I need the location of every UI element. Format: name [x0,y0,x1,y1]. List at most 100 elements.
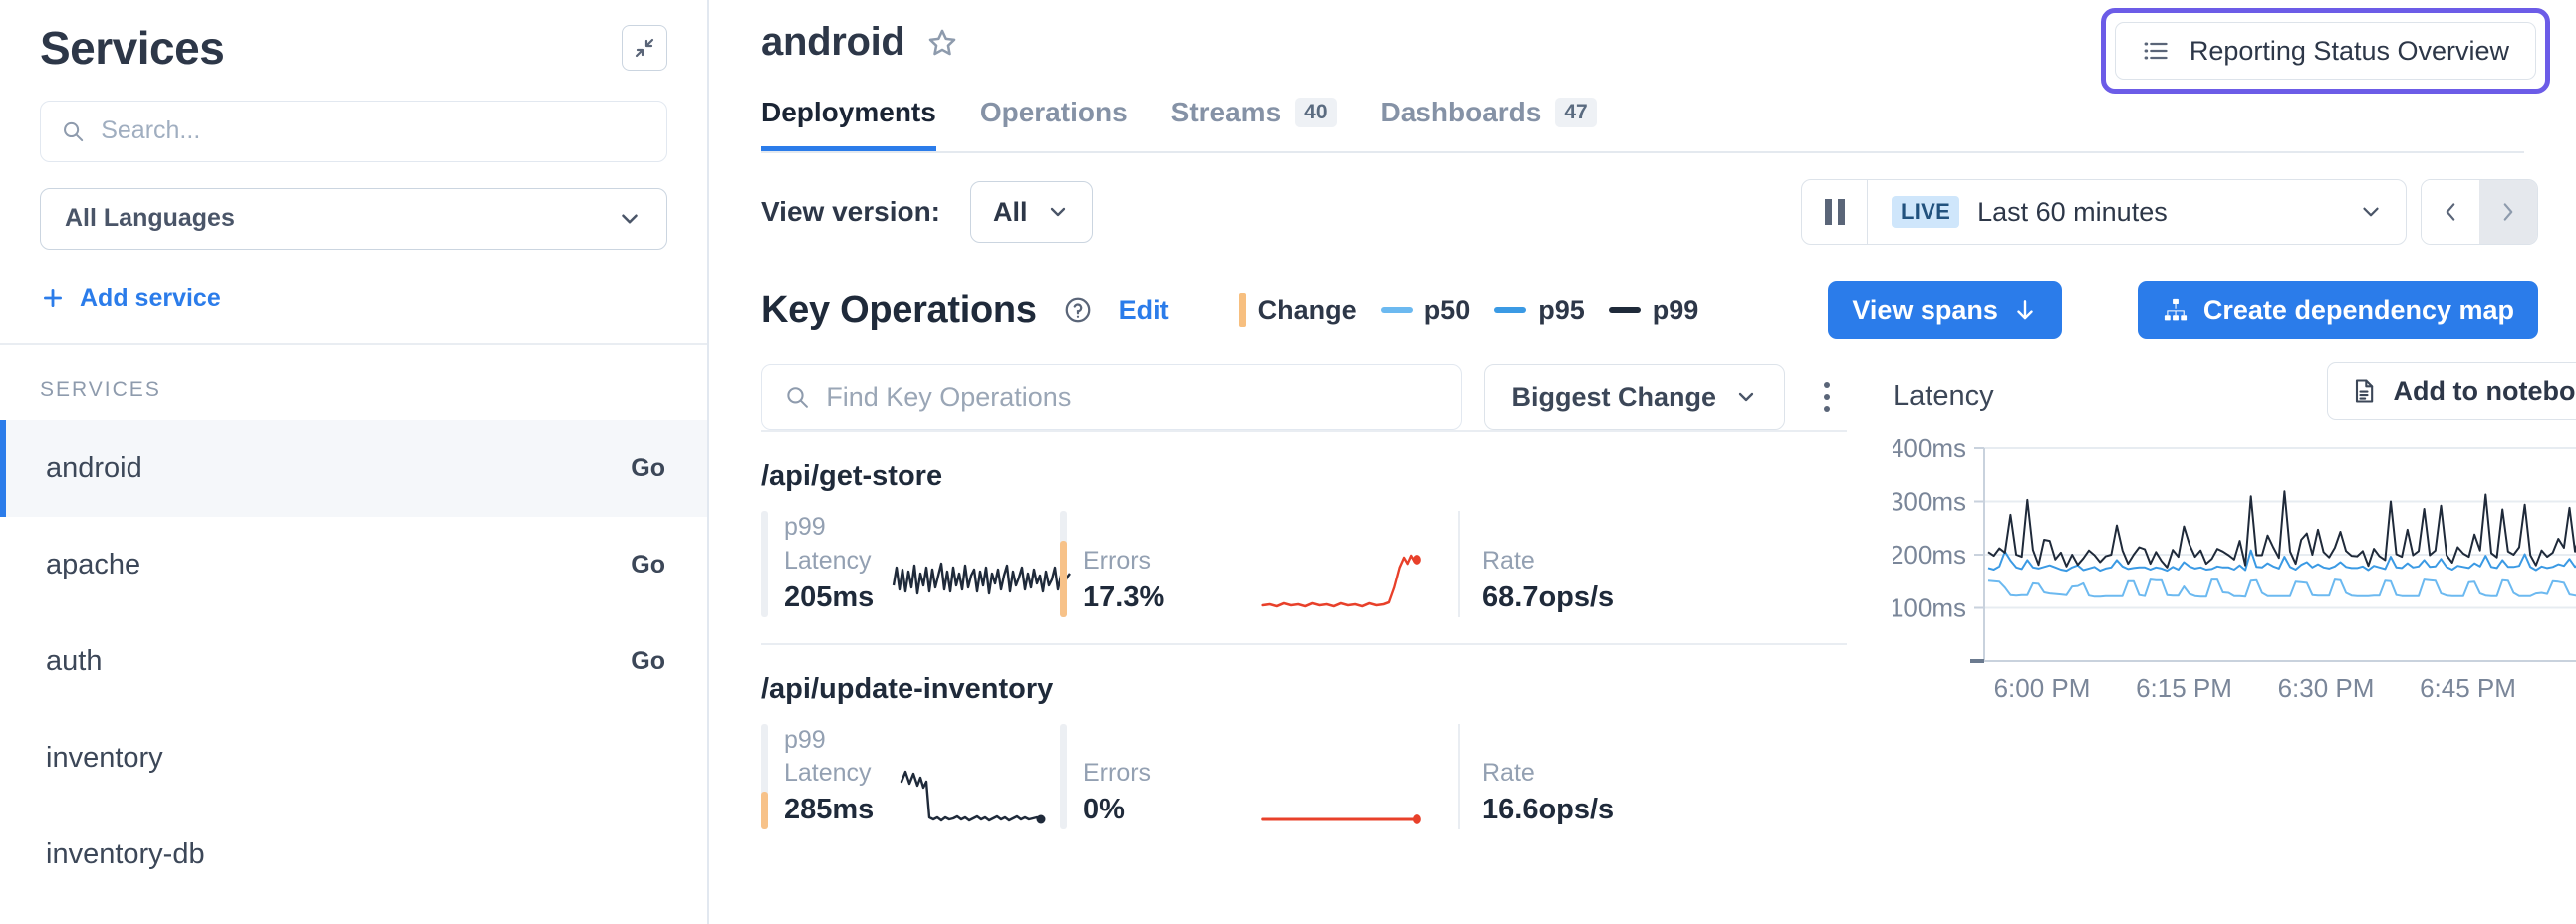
latency-sparkline-svg [890,768,1079,829]
legend-swatch-p99 [1609,307,1641,313]
create-dependency-map-label: Create dependency map [2203,295,2514,326]
latency-sparkline-svg [890,556,1079,617]
chart-y-axis-labels: 100ms200ms300ms400ms [1893,436,1966,623]
legend-item-p99: p99 [1609,295,1699,326]
time-next-button[interactable] [2479,180,2537,244]
service-name: inventory-db [46,838,205,871]
version-select[interactable]: All [970,181,1093,243]
pause-button[interactable] [1802,180,1868,244]
add-to-notebook-label: Add to notebook [2394,376,2576,407]
app-root: Services All Languages [0,0,2576,924]
page-title: android [761,20,905,65]
language-filter-select[interactable]: All Languages [40,188,667,250]
metric-label: Errors [1083,757,1151,791]
collapse-sidebar-button[interactable] [622,25,667,71]
content-split: Biggest Change /api/get-store [709,339,2576,855]
operations-more-menu-button[interactable] [1807,382,1847,412]
list-icon [2142,37,2170,65]
tab-streams[interactable]: Streams 40 [1171,97,1337,151]
more-vertical-icon-dot1 [1824,382,1830,388]
services-sidebar: Services All Languages [0,0,709,924]
sidebar-header: Services All Languages [0,0,707,343]
latency-sparkline [890,724,1079,830]
chevron-down-icon [1734,385,1758,409]
view-version-label: View version: [761,196,940,228]
tab-dashboards[interactable]: Dashboards 47 [1381,97,1597,151]
tab-count: 47 [1555,98,1596,127]
operation-name: /api/update-inventory [761,673,1847,706]
star-outline-icon[interactable] [925,26,959,60]
operation-row[interactable]: /api/get-store p99 Latency 205ms [761,430,1847,643]
metric-value: 68.7ops/s [1482,578,1614,617]
time-prev-button[interactable] [2422,180,2479,244]
sidebar-item-ios[interactable]: iOS Go [0,903,707,924]
controls-row: View version: All LIVE Last 60 minutes [709,153,2576,245]
tab-operations[interactable]: Operations [980,97,1128,151]
latency-sparkline-endpoint [1037,815,1046,824]
reporting-status-overview-button[interactable]: Reporting Status Overview [2115,22,2536,80]
sort-value: Biggest Change [1511,382,1716,413]
sidebar-item-apache[interactable]: apache Go [0,517,707,613]
edit-key-operations-link[interactable]: Edit [1119,295,1169,326]
sidebar-item-inventory[interactable]: inventory [0,710,707,807]
time-range-select[interactable]: LIVE Last 60 minutes [1868,180,2406,244]
legend-swatch-p95 [1494,307,1526,313]
svg-text:6:15 PM: 6:15 PM [2136,673,2232,703]
question-circle-icon[interactable] [1063,295,1093,325]
latency-text: p99 Latency 205ms [784,511,874,617]
tab-label: Deployments [761,97,936,128]
errors-sparkline-endpoint [1413,814,1421,824]
search-input[interactable] [101,116,646,145]
add-to-notebook-button[interactable]: Add to notebook [2327,362,2576,420]
reporting-status-highlight: Reporting Status Overview [2101,8,2550,94]
time-range-control: LIVE Last 60 minutes [1801,179,2407,245]
svg-text:100ms: 100ms [1893,593,1966,623]
chevron-left-icon [2438,199,2463,225]
chart-x-axis-labels: 6:00 PM6:15 PM6:30 PM6:45 PM [1994,673,2516,703]
errors-change-bar [1060,511,1067,617]
legend-label: p50 [1424,295,1471,326]
chart-legend: Change p50 p95 p99 [1239,293,1699,327]
metric-label: Errors [1083,545,1164,578]
sidebar-item-inventory-db[interactable]: inventory-db [0,807,707,903]
metric-value: 0% [1083,791,1151,829]
tab-label: Dashboards [1381,97,1542,128]
metric-errors: Errors 17.3% [1060,511,1259,617]
metric-errors: Errors 0% [1060,724,1259,830]
latency-panel-title: Latency [1893,362,1994,413]
chevron-down-icon [617,206,643,232]
sidebar-item-android[interactable]: android Go [0,420,707,517]
sidebar-item-auth[interactable]: auth Go [0,613,707,710]
legend-swatch-change [1239,293,1246,327]
view-spans-button[interactable]: View spans [1828,281,2062,339]
find-key-operations-box[interactable] [761,364,1462,430]
sort-select[interactable]: Biggest Change [1484,364,1785,430]
reporting-status-label: Reporting Status Overview [2190,36,2509,67]
operation-row[interactable]: /api/update-inventory p99 Latency 285ms [761,643,1847,856]
pause-icon-bar2 [1838,199,1845,225]
latency-chart[interactable]: 100ms200ms300ms400ms 6:00 PM6:15 PM6:30 … [1893,436,2576,740]
key-operations-title: Key Operations [761,289,1037,332]
service-language: Go [631,454,665,483]
chart-series-group [1988,490,2576,596]
metric-value: 205ms [784,578,874,617]
tab-deployments[interactable]: Deployments [761,97,936,151]
tab-count: 40 [1295,98,1336,127]
errors-sparkline-svg [1259,548,1436,617]
service-name: android [46,452,142,485]
errors-sparkline-endpoint [1413,555,1421,565]
latency-change-bar [761,511,768,617]
svg-text:6:00 PM: 6:00 PM [1994,673,2091,703]
time-controls: LIVE Last 60 minutes [1801,179,2538,245]
latency-text: p99 Latency 285ms [784,724,874,830]
create-dependency-map-button[interactable]: Create dependency map [2138,281,2538,339]
find-key-operations-input[interactable] [826,382,1439,413]
service-name: auth [46,645,102,678]
latency-sparkline [890,511,1079,617]
more-vertical-icon-dot2 [1824,394,1830,400]
sidebar-search-box[interactable] [40,101,667,162]
latency-chart-panel: Latency Add to notebook 100ms200ms300ms4 [1847,339,2576,855]
errors-sparkline-svg [1259,760,1436,829]
metric-value: 16.6ops/s [1482,791,1614,829]
add-service-button[interactable]: Add service [40,284,667,313]
